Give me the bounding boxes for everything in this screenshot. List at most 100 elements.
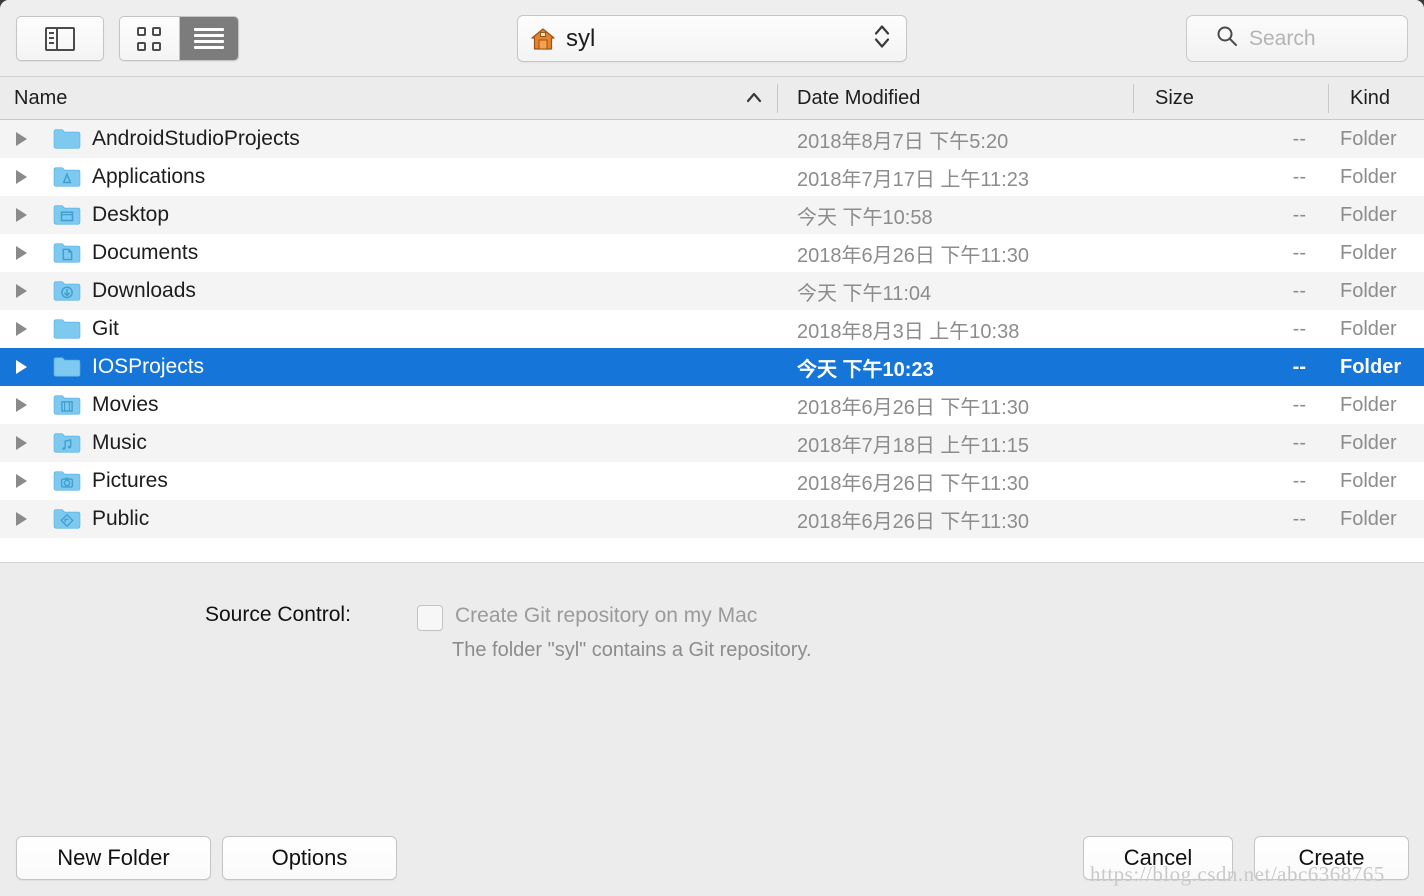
file-row[interactable]: Documents 2018年6月26日 下午11:30 -- Folder [0, 234, 1424, 272]
disclosure-triangle-icon[interactable] [16, 474, 27, 488]
options-button[interactable]: Options [222, 836, 397, 880]
create-git-repository-label: Create Git repository on my Mac [455, 604, 758, 627]
file-kind: Folder [1340, 241, 1397, 264]
file-row[interactable]: Applications 2018年7月17日 上午11:23 -- Folder [0, 158, 1424, 196]
file-row[interactable]: Downloads 今天 下午11:04 -- Folder [0, 272, 1424, 310]
sidebar-toggle-button[interactable] [16, 16, 104, 61]
path-popup-button[interactable]: syl [517, 15, 907, 62]
list-view-button[interactable] [178, 17, 238, 60]
disclosure-triangle-icon[interactable] [16, 436, 27, 450]
file-row[interactable]: Public 2018年6月26日 下午11:30 -- Folder [0, 500, 1424, 538]
folder-applications-icon [52, 165, 82, 189]
disclosure-triangle-icon[interactable] [16, 170, 27, 184]
folder-downloads-icon [52, 279, 82, 303]
disclosure-triangle-icon[interactable] [16, 284, 27, 298]
column-header-name[interactable]: Name [14, 77, 67, 120]
file-date-modified: 今天 下午10:58 [797, 206, 933, 229]
file-name: Public [92, 507, 150, 530]
file-name: Music [92, 431, 147, 454]
folder-plain-icon [52, 317, 82, 341]
file-size: -- [1292, 279, 1306, 302]
file-date-modified: 2018年6月26日 下午11:30 [797, 472, 1029, 495]
cancel-button[interactable]: Cancel [1083, 836, 1233, 880]
file-date-modified: 2018年6月26日 下午11:30 [797, 244, 1029, 267]
file-name: Desktop [92, 203, 170, 226]
disclosure-triangle-icon[interactable] [16, 398, 27, 412]
file-list[interactable]: AndroidStudioProjects 2018年8月7日 下午5:20 -- F… [0, 120, 1424, 562]
column-header-kind[interactable]: Kind [1350, 77, 1390, 120]
file-row[interactable]: Music 2018年7月18日 上午11:15 -- Folder [0, 424, 1424, 462]
file-name: AndroidStudioProjects [92, 127, 300, 150]
sort-ascending-icon [744, 90, 764, 109]
file-kind: Folder [1340, 127, 1397, 150]
column-divider[interactable] [777, 84, 778, 113]
file-size: -- [1292, 469, 1306, 492]
file-name: Pictures [92, 469, 168, 492]
create-git-repository-checkbox[interactable] [417, 605, 443, 631]
file-size: -- [1292, 317, 1306, 340]
file-row[interactable]: IOSProjects 今天 下午10:23 -- Folder [0, 348, 1424, 386]
file-date-modified: 今天 下午10:23 [797, 358, 934, 381]
file-size: -- [1292, 241, 1306, 264]
disclosure-triangle-icon[interactable] [16, 512, 27, 526]
disclosure-triangle-icon[interactable] [16, 208, 27, 222]
disclosure-triangle-icon[interactable] [16, 360, 27, 374]
disclosure-triangle-icon[interactable] [16, 322, 27, 336]
folder-public-icon [52, 507, 82, 531]
file-kind: Folder [1340, 431, 1397, 454]
icon-view-button[interactable] [120, 17, 179, 60]
folder-music-icon [52, 431, 82, 455]
disclosure-triangle-icon[interactable] [16, 246, 27, 260]
column-header-date-modified[interactable]: Date Modified [797, 77, 920, 120]
file-kind: Folder [1340, 165, 1397, 188]
file-row[interactable]: Pictures 2018年6月26日 下午11:30 -- Folder [0, 462, 1424, 500]
folder-documents-icon [52, 241, 82, 265]
create-button[interactable]: Create [1254, 836, 1409, 880]
file-date-modified: 2018年6月26日 下午11:30 [797, 510, 1029, 533]
search-field[interactable]: Search [1186, 15, 1408, 62]
file-date-modified: 2018年8月3日 上午10:38 [797, 320, 1020, 343]
file-row[interactable]: Desktop 今天 下午10:58 -- Folder [0, 196, 1424, 234]
file-kind: Folder [1340, 393, 1397, 416]
column-divider[interactable] [1328, 84, 1329, 113]
folder-plain-icon [52, 127, 82, 151]
home-icon [530, 27, 556, 51]
grid-icon [137, 26, 162, 51]
source-control-hint: The folder "syl" contains a Git reposito… [452, 639, 812, 661]
file-date-modified: 今天 下午11:04 [797, 282, 932, 305]
folder-desktop-icon [52, 203, 82, 227]
column-header-row: Name Date Modified Size Kind [0, 77, 1424, 120]
file-kind: Folder [1340, 317, 1397, 340]
column-divider[interactable] [1133, 84, 1134, 113]
folder-pictures-icon [52, 469, 82, 493]
file-row[interactable]: Movies 2018年6月26日 下午11:30 -- Folder [0, 386, 1424, 424]
file-size: -- [1292, 431, 1306, 454]
view-mode-segmented-control[interactable] [119, 16, 239, 61]
file-size: -- [1292, 165, 1306, 188]
file-date-modified: 2018年7月18日 上午11:15 [797, 434, 1029, 457]
search-placeholder: Search [1249, 26, 1316, 50]
file-row[interactable]: Git 2018年8月3日 上午10:38 -- Folder [0, 310, 1424, 348]
chevron-up-down-icon [872, 21, 892, 56]
file-name: Applications [92, 165, 206, 188]
file-kind: Folder [1340, 203, 1397, 226]
source-control-label: Source Control: [205, 603, 351, 626]
file-kind: Folder [1340, 507, 1397, 530]
file-date-modified: 2018年6月26日 下午11:30 [797, 396, 1029, 419]
file-name: Documents [92, 241, 199, 264]
new-folder-button[interactable]: New Folder [16, 836, 211, 880]
file-size: -- [1292, 355, 1306, 378]
file-kind: Folder [1340, 469, 1397, 492]
file-name: Downloads [92, 279, 196, 302]
sidebar-icon [45, 26, 75, 51]
column-header-size[interactable]: Size [1155, 77, 1194, 120]
list-icon [193, 27, 224, 50]
file-size: -- [1292, 507, 1306, 530]
file-size: -- [1292, 203, 1306, 226]
disclosure-triangle-icon[interactable] [16, 132, 27, 146]
file-save-dialog: syl Search Name Date Modified Size Kind … [0, 0, 1424, 896]
file-row[interactable]: AndroidStudioProjects 2018年8月7日 下午5:20 -- F… [0, 120, 1424, 158]
file-date-modified: 2018年8月7日 下午5:20 [797, 130, 1009, 153]
file-size: -- [1292, 127, 1306, 150]
search-icon [1215, 24, 1239, 53]
